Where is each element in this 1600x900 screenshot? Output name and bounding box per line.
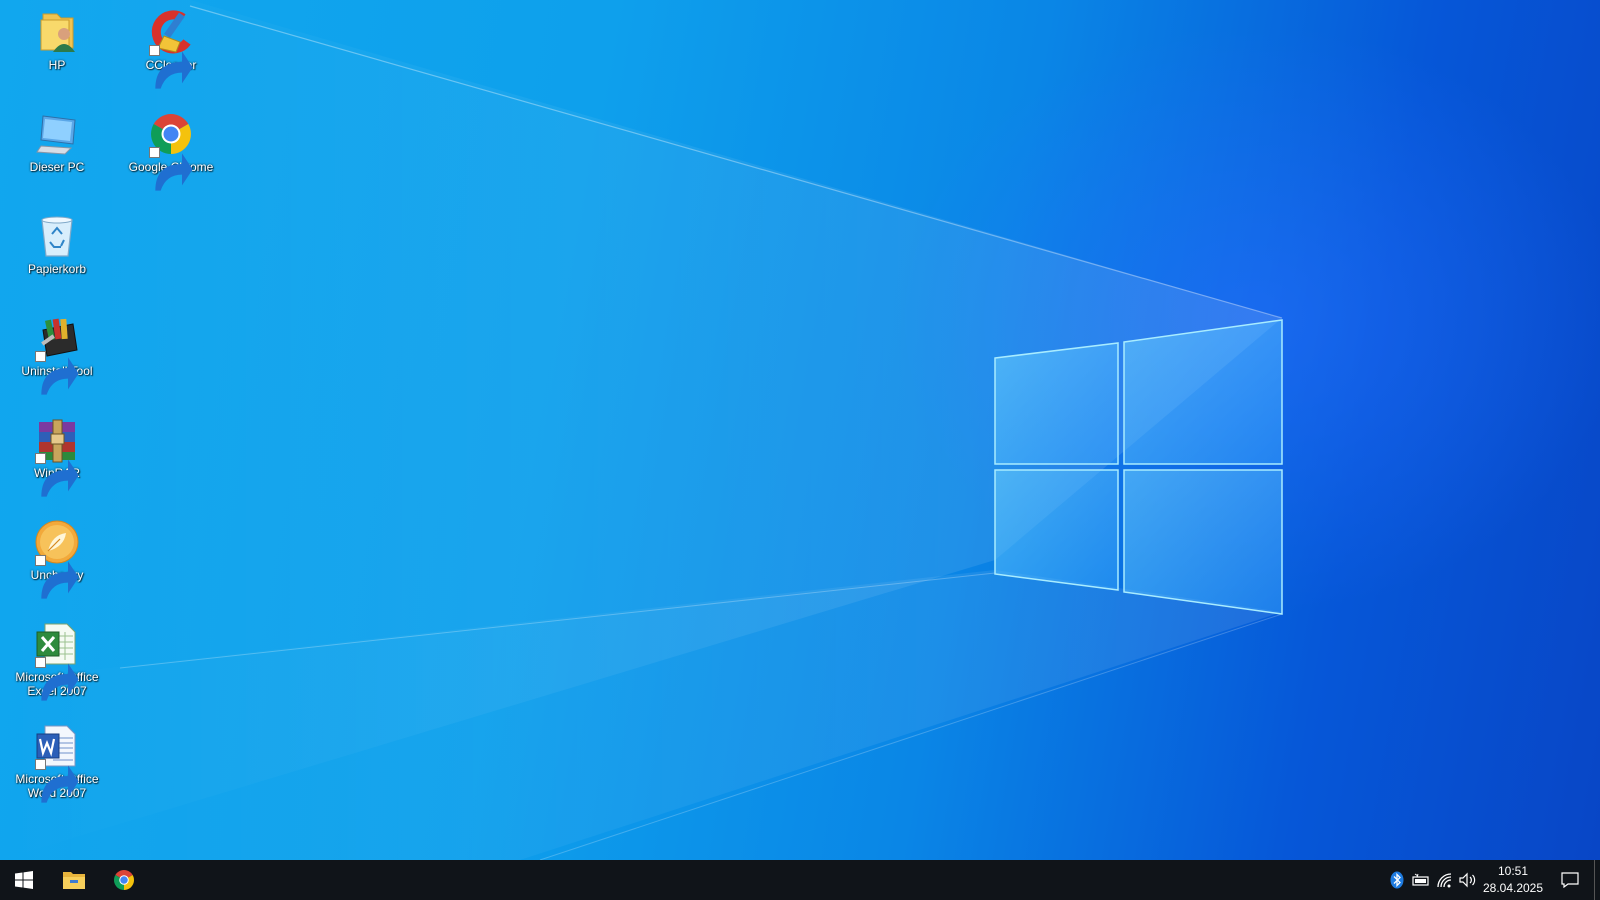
desktop-icon-hp[interactable]: HP (7, 8, 107, 72)
desktop-icon-winrar[interactable]: WinRAR (7, 416, 107, 497)
shortcut-arrow-icon (35, 555, 79, 599)
volume-icon[interactable] (1458, 870, 1478, 890)
recycle-bin-icon (33, 212, 81, 260)
wallpaper-windows-logo (0, 0, 1283, 860)
clock-time: 10:51 (1497, 864, 1529, 878)
action-center-button[interactable] (1552, 860, 1588, 900)
wifi-icon[interactable] (1435, 870, 1455, 890)
notification-icon (1561, 872, 1579, 888)
ccleaner-icon (147, 8, 195, 89)
computer-icon (33, 110, 81, 158)
desktop-icon-uninstall-tool[interactable]: Uninstall Tool (7, 314, 107, 395)
chrome-icon (114, 870, 134, 890)
desktop-icon-unchecky[interactable]: Unchecky (7, 518, 107, 599)
desktop-icon-google-chrome[interactable]: Google Chrome (121, 110, 221, 191)
taskbar-google-chrome[interactable] (100, 860, 148, 900)
shortcut-arrow-icon (35, 351, 79, 395)
user-folder-icon (33, 8, 81, 56)
show-desktop-button[interactable] (1594, 860, 1600, 900)
desktop-icon-label: Papierkorb (27, 262, 87, 276)
battery-icon[interactable] (1411, 870, 1431, 890)
start-button[interactable] (0, 860, 48, 900)
excel-icon (33, 620, 81, 701)
taskbar-clock[interactable]: 10:51 28.04.2025 (1480, 863, 1546, 897)
desktop-icon-dieser-pc[interactable]: Dieser PC (7, 110, 107, 174)
desktop-icon-word-2007[interactable]: Microsoft Office Word 2007 (7, 722, 107, 803)
start-icon (15, 871, 33, 889)
desktop-icon-excel-2007[interactable]: Microsoft Office Excel 2007 (7, 620, 107, 701)
winrar-icon (33, 416, 81, 497)
bluetooth-icon[interactable] (1387, 870, 1407, 890)
shortcut-arrow-icon (149, 147, 193, 191)
chrome-icon (147, 110, 195, 191)
shortcut-arrow-icon (149, 45, 193, 89)
desktop-icon-papierkorb[interactable]: Papierkorb (7, 212, 107, 276)
uninstall-tool-icon (33, 314, 81, 395)
shortcut-arrow-icon (35, 657, 79, 701)
file-explorer-icon (63, 872, 85, 889)
shortcut-arrow-icon (35, 453, 79, 497)
desktop-icon-label: HP (48, 58, 66, 72)
word-icon (33, 722, 81, 803)
unchecky-icon (33, 518, 81, 599)
taskbar-file-explorer[interactable] (50, 860, 98, 900)
desktop-icon-ccleaner[interactable]: CCleaner (121, 8, 221, 89)
taskbar: 10:51 28.04.2025 (0, 860, 1600, 900)
clock-date: 28.04.2025 (1482, 881, 1544, 895)
shortcut-arrow-icon (35, 759, 79, 803)
desktop: HP Dieser PC Papierkorb Uninstall Tool M… (0, 0, 1600, 860)
desktop-icon-label: Dieser PC (29, 160, 85, 174)
